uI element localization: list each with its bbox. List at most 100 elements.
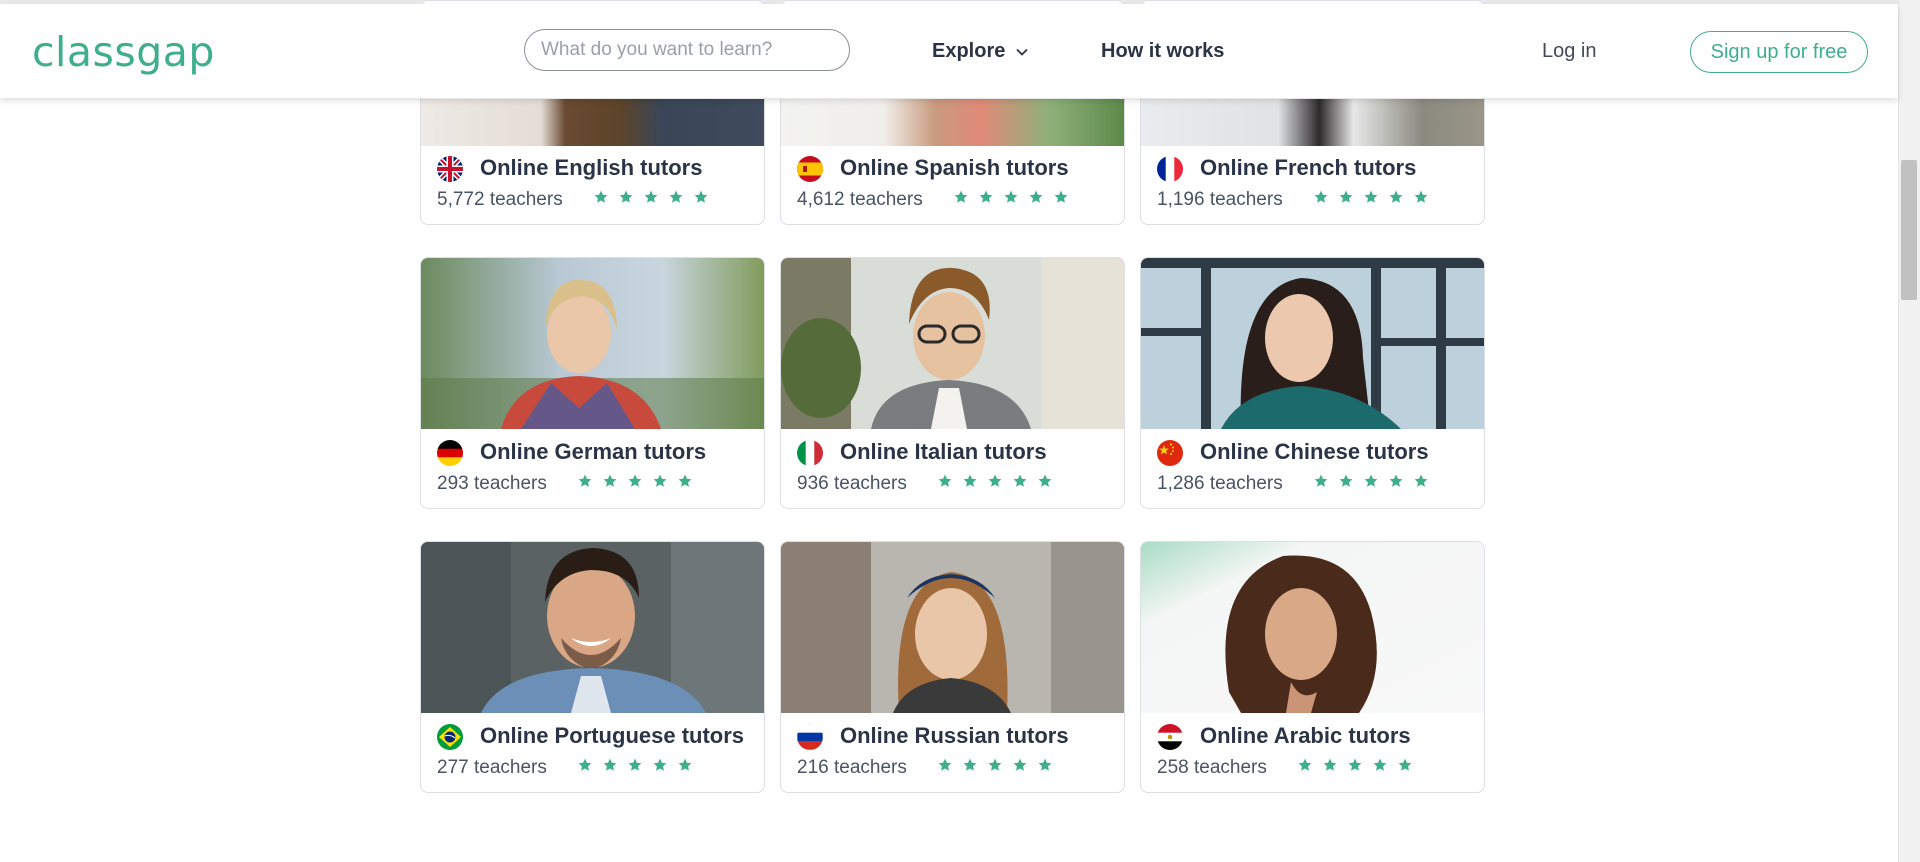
card-title: Online English tutors <box>480 155 703 180</box>
star-icon <box>1348 758 1362 771</box>
tutor-photo <box>1141 542 1484 713</box>
star-icon <box>1373 758 1387 771</box>
teacher-count: 4,612 teachers <box>797 189 923 210</box>
card-body: Online Spanish tutors 4,612 teachers <box>781 142 1124 224</box>
star-icon <box>954 190 968 203</box>
card-title: Online French tutors <box>1200 155 1417 180</box>
star-icon <box>938 758 952 771</box>
card-title: Online Arabic tutors <box>1200 723 1411 748</box>
teacher-count: 1,196 teachers <box>1157 189 1283 210</box>
teacher-count: 293 teachers <box>437 473 547 494</box>
explore-menu[interactable]: Explore <box>932 40 1029 63</box>
germany-flag-icon <box>437 440 463 466</box>
teacher-count: 216 teachers <box>797 757 907 778</box>
star-icon <box>644 190 658 203</box>
star-icon <box>578 474 592 487</box>
card-arabic[interactable]: Online Arabic tutors 258 teachers <box>1140 541 1485 793</box>
france-flag-icon <box>1157 156 1183 182</box>
card-german[interactable]: Online German tutors 293 teachers <box>420 257 765 509</box>
russia-flag-icon <box>797 724 823 750</box>
star-icon <box>1004 190 1018 203</box>
card-title: Online Chinese tutors <box>1200 439 1429 464</box>
star-icon <box>963 758 977 771</box>
tutor-photo-image <box>421 542 764 713</box>
star-icon <box>594 190 608 203</box>
star-icon <box>963 474 977 487</box>
card-italian[interactable]: Online Italian tutors 936 teachers <box>780 257 1125 509</box>
card-body: Online Russian tutors 216 teachers <box>781 710 1124 792</box>
page-scrollbar[interactable] <box>1898 0 1920 862</box>
star-icon <box>1323 758 1337 771</box>
star-icon <box>1364 190 1378 203</box>
star-icon <box>653 474 667 487</box>
rating-stars <box>577 757 693 773</box>
rating-stars <box>593 189 709 205</box>
star-icon <box>669 190 683 203</box>
card-russian[interactable]: Online Russian tutors 216 teachers <box>780 541 1125 793</box>
explore-label: Explore <box>932 40 1006 62</box>
rating-stars <box>937 757 1053 773</box>
tutor-photo <box>1141 99 1484 146</box>
star-icon <box>988 474 1002 487</box>
brazil-flag-icon <box>437 724 463 750</box>
star-icon <box>603 474 617 487</box>
rating-stars <box>1313 189 1429 205</box>
site-header: classgap Explore How it works Log in Sig… <box>0 4 1898 98</box>
tutor-photo-image <box>781 542 1124 713</box>
star-icon <box>1013 474 1027 487</box>
classgap-logo[interactable]: classgap <box>32 22 215 82</box>
rating-stars <box>953 189 1069 205</box>
star-icon <box>694 190 708 203</box>
card-body: Online Chinese tutors 1,286 teachers <box>1141 426 1484 508</box>
star-icon <box>1298 758 1312 771</box>
star-icon <box>619 190 633 203</box>
star-icon <box>603 758 617 771</box>
star-icon <box>1364 474 1378 487</box>
rating-stars <box>577 473 693 489</box>
scrollbar-thumb[interactable] <box>1901 160 1917 300</box>
card-title: Online Portuguese tutors <box>480 723 745 748</box>
tutor-photo-image <box>781 258 1124 429</box>
star-icon <box>1029 190 1043 203</box>
uk-flag-icon <box>437 156 463 182</box>
signup-button[interactable]: Sign up for free <box>1690 31 1868 73</box>
teacher-count: 1,286 teachers <box>1157 473 1283 494</box>
card-title: Online Russian tutors <box>840 723 1069 748</box>
star-icon <box>1389 474 1403 487</box>
star-icon <box>1414 190 1428 203</box>
how-it-works-link[interactable]: How it works <box>1101 40 1224 63</box>
star-icon <box>979 190 993 203</box>
star-icon <box>1314 474 1328 487</box>
star-icon <box>1038 474 1052 487</box>
star-icon <box>1038 758 1052 771</box>
tutor-photo <box>421 258 764 429</box>
card-title: Online German tutors <box>480 439 707 464</box>
star-icon <box>1414 474 1428 487</box>
tutor-photo <box>781 258 1124 429</box>
teacher-count: 5,772 teachers <box>437 189 563 210</box>
teacher-count: 258 teachers <box>1157 757 1267 778</box>
star-icon <box>1398 758 1412 771</box>
card-body: Online Portuguese tutors 277 teachers <box>421 710 764 792</box>
card-body: Online Italian tutors 936 teachers <box>781 426 1124 508</box>
teacher-count: 936 teachers <box>797 473 907 494</box>
egypt-flag-icon <box>1157 724 1183 750</box>
card-body: Online German tutors 293 teachers <box>421 426 764 508</box>
star-icon <box>1054 190 1068 203</box>
tutor-photo-image <box>421 258 764 429</box>
star-icon <box>678 474 692 487</box>
card-body: Online Arabic tutors 258 teachers <box>1141 710 1484 792</box>
card-portuguese[interactable]: Online Portuguese tutors 277 teachers <box>420 541 765 793</box>
tutor-photo <box>781 99 1124 146</box>
italy-flag-icon <box>797 440 823 466</box>
rating-stars <box>1313 473 1429 489</box>
search-input[interactable] <box>524 29 850 71</box>
tutor-photo-image <box>1141 542 1484 713</box>
china-flag-icon <box>1157 440 1183 466</box>
login-link[interactable]: Log in <box>1542 40 1597 63</box>
card-chinese[interactable]: Online Chinese tutors 1,286 teachers <box>1140 257 1485 509</box>
card-body: Online English tutors 5,772 teachers <box>421 142 764 224</box>
teacher-count: 277 teachers <box>437 757 547 778</box>
star-icon <box>628 758 642 771</box>
tutor-photo <box>421 99 764 146</box>
